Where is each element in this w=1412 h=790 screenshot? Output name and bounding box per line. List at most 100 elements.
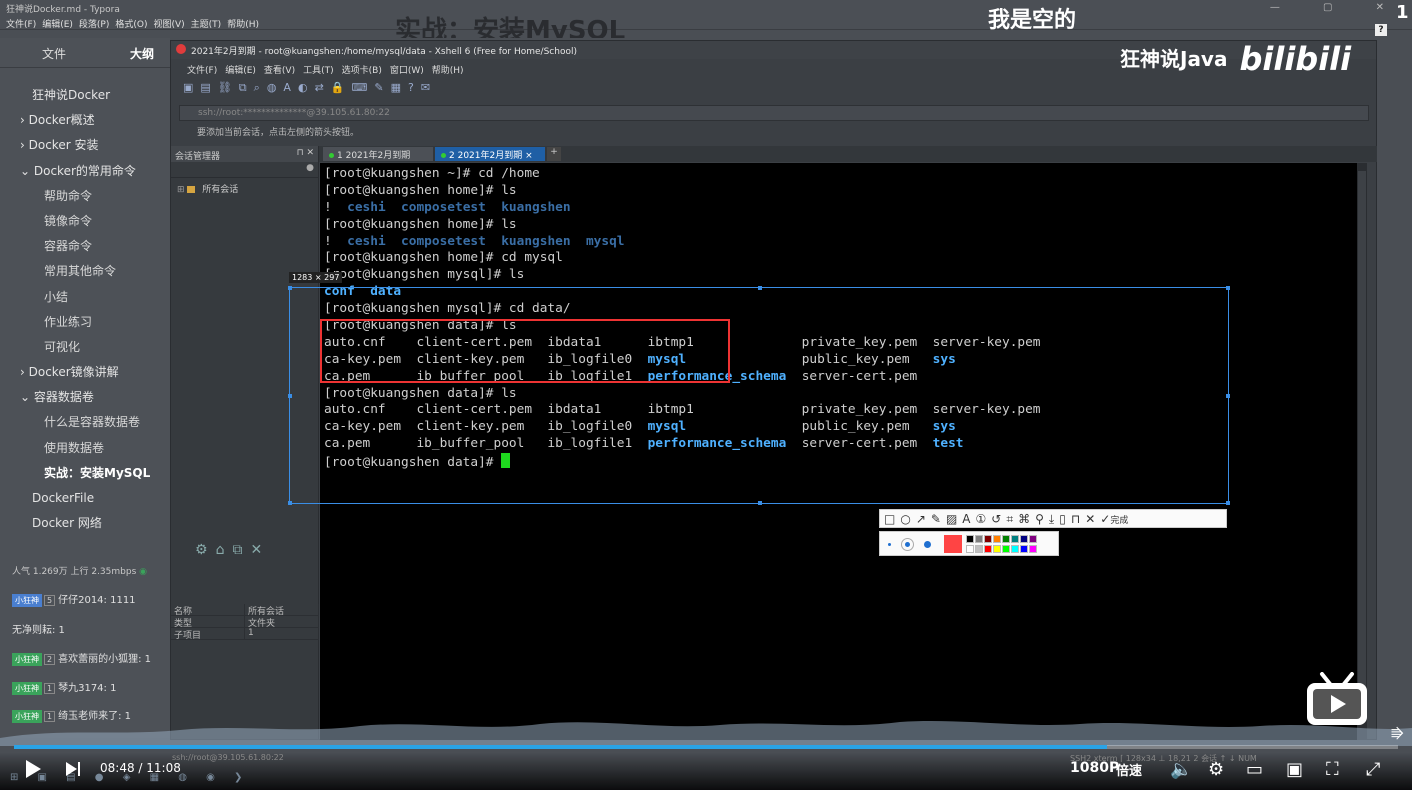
outline-item[interactable]: 可视化 bbox=[0, 335, 170, 360]
close-tab-icon[interactable]: × bbox=[525, 151, 533, 161]
xshell-menu-window[interactable]: 窗口(W) bbox=[390, 66, 424, 76]
script-icon[interactable]: ✎ bbox=[374, 81, 383, 94]
lock-icon[interactable]: ⌂ bbox=[216, 542, 233, 558]
typora-menu-paragraph[interactable]: 段落(P) bbox=[79, 20, 109, 30]
color-swatch[interactable] bbox=[1029, 545, 1037, 553]
session-search[interactable]: ● bbox=[171, 162, 318, 178]
typora-menu-help[interactable]: 帮助(H) bbox=[227, 20, 259, 30]
resize-handle[interactable] bbox=[758, 501, 762, 505]
resize-handle[interactable] bbox=[758, 286, 762, 290]
color-swatch[interactable] bbox=[975, 545, 983, 553]
volume-icon[interactable]: 🔈 bbox=[1170, 759, 1192, 780]
outline-item[interactable]: 容器命令 bbox=[0, 234, 170, 259]
window-controls[interactable]: — ▢ ✕ bbox=[1270, 2, 1404, 13]
typora-menu-edit[interactable]: 编辑(E) bbox=[42, 20, 73, 30]
terminal-scrollbar[interactable] bbox=[1357, 163, 1367, 740]
terminal-tab-1[interactable]: 1 2021年2月到期 bbox=[323, 147, 433, 161]
copy-icon[interactable]: ⧉ bbox=[232, 542, 250, 558]
outline-item[interactable]: 狂神说Docker bbox=[0, 83, 170, 108]
outline-item[interactable]: 使用数据卷 bbox=[0, 436, 170, 461]
text-tool-icon[interactable]: A bbox=[962, 512, 970, 526]
outline-item[interactable]: 小结 bbox=[0, 285, 170, 310]
resize-handle[interactable] bbox=[1226, 501, 1230, 505]
arrow-tool-icon[interactable]: ↗ bbox=[916, 512, 926, 526]
add-tab-button[interactable]: + bbox=[547, 147, 561, 161]
color-swatch[interactable] bbox=[1020, 545, 1028, 553]
color-swatch[interactable] bbox=[966, 535, 974, 543]
tab-files[interactable]: 文件 bbox=[42, 45, 66, 62]
outline-item[interactable]: 常用其他命令 bbox=[0, 259, 170, 284]
settings-icon[interactable]: ⚙ bbox=[195, 542, 216, 558]
xshell-menu-view[interactable]: 查看(V) bbox=[264, 66, 295, 76]
search-icon[interactable]: ⌕ bbox=[254, 81, 260, 95]
color-swatch[interactable] bbox=[984, 545, 992, 553]
outline-item[interactable]: 实战：安装MySQL bbox=[0, 461, 170, 486]
help-icon[interactable]: ? bbox=[1375, 24, 1387, 36]
outline-item[interactable]: Docker 网络 bbox=[0, 511, 170, 536]
typora-menu-format[interactable]: 格式(O) bbox=[115, 20, 147, 30]
resize-handle[interactable] bbox=[288, 394, 292, 398]
download-icon[interactable]: ⤓ bbox=[1049, 512, 1054, 526]
font-icon[interactable]: A bbox=[283, 81, 291, 94]
progress-thumb-icon[interactable]: ⭆ bbox=[1391, 727, 1404, 743]
xshell-menu-tools[interactable]: 工具(T) bbox=[303, 66, 334, 76]
color-swatch[interactable] bbox=[1011, 545, 1019, 553]
web-fullscreen-icon[interactable]: ⛶ bbox=[1326, 759, 1339, 780]
lock-icon[interactable]: 🔒 bbox=[331, 81, 345, 94]
scan-icon[interactable]: ⌘ bbox=[1018, 512, 1030, 526]
color-swatch[interactable] bbox=[1002, 545, 1010, 553]
outline-item[interactable]: 镜像命令 bbox=[0, 209, 170, 234]
typora-menu-theme[interactable]: 主题(T) bbox=[191, 20, 222, 30]
help-icon[interactable]: ? bbox=[408, 81, 414, 94]
link-icon[interactable]: ⛓ bbox=[218, 81, 232, 94]
keyboard-icon[interactable]: ⌨ bbox=[351, 81, 367, 94]
next-button[interactable] bbox=[66, 762, 77, 776]
color-icon[interactable]: ◐ bbox=[298, 81, 308, 94]
close-icon[interactable]: ✕ bbox=[250, 542, 270, 558]
outline-item[interactable]: › Docker概述 bbox=[0, 108, 170, 133]
outline-item[interactable]: 什么是容器数据卷 bbox=[0, 410, 170, 435]
color-swatch[interactable] bbox=[1020, 535, 1028, 543]
rectangle-tool-icon[interactable]: □ bbox=[884, 512, 895, 526]
session-tree-all[interactable]: 所有会话 bbox=[202, 185, 238, 195]
resize-handle[interactable] bbox=[288, 286, 292, 290]
number-tool-icon[interactable]: ① bbox=[976, 512, 987, 526]
color-swatch[interactable] bbox=[993, 535, 1001, 543]
copy-icon[interactable]: ⧉ bbox=[239, 81, 247, 95]
tree-toggle-icon[interactable]: ⊞ bbox=[177, 185, 185, 195]
outline-item[interactable]: ⌄ Docker的常用命令 bbox=[0, 159, 170, 184]
speed-button[interactable]: 倍速 bbox=[1116, 760, 1142, 779]
color-swatch[interactable] bbox=[975, 535, 983, 543]
play-button[interactable] bbox=[26, 760, 41, 778]
xshell-menu-tabs[interactable]: 选项卡(B) bbox=[342, 66, 382, 76]
current-color-swatch[interactable] bbox=[944, 535, 962, 553]
globe-icon[interactable]: ◍ bbox=[267, 81, 277, 94]
layout-icon[interactable]: ▦ bbox=[391, 81, 401, 94]
resize-handle[interactable] bbox=[288, 501, 292, 505]
picture-in-picture-icon[interactable]: ▭ bbox=[1246, 759, 1263, 780]
xshell-menu-help[interactable]: 帮助(H) bbox=[432, 66, 464, 76]
outline-item[interactable]: › Docker镜像讲解 bbox=[0, 360, 170, 385]
open-folder-icon[interactable]: ▤ bbox=[200, 81, 210, 94]
typora-menu-file[interactable]: 文件(F) bbox=[6, 20, 36, 30]
mosaic-tool-icon[interactable]: ▨ bbox=[946, 512, 957, 526]
save-icon[interactable]: ▯ bbox=[1059, 512, 1066, 526]
done-button[interactable]: ✓完成 bbox=[1100, 512, 1133, 526]
cancel-icon[interactable]: ✕ bbox=[1085, 512, 1095, 526]
color-swatch[interactable] bbox=[993, 545, 1001, 553]
outline-item[interactable]: DockerFile bbox=[0, 486, 170, 511]
bookmark-icon[interactable]: ⊓ bbox=[1071, 512, 1080, 526]
new-session-icon[interactable]: ▣ bbox=[183, 81, 193, 94]
ocr-icon[interactable]: ⌗ bbox=[1006, 512, 1013, 526]
settings-gear-icon[interactable]: ⚙ bbox=[1208, 759, 1224, 780]
typora-menu-view[interactable]: 视图(V) bbox=[153, 20, 184, 30]
outline-item[interactable]: › Docker 安装 bbox=[0, 133, 170, 158]
fullscreen-icon[interactable]: ⤢ bbox=[1366, 759, 1380, 780]
xshell-menu-edit[interactable]: 编辑(E) bbox=[225, 66, 256, 76]
undo-icon[interactable]: ↺ bbox=[991, 512, 1001, 526]
color-swatch[interactable] bbox=[984, 535, 992, 543]
resize-handle[interactable] bbox=[1226, 286, 1230, 290]
resize-handle[interactable] bbox=[1226, 394, 1230, 398]
size-small-option[interactable] bbox=[888, 543, 891, 546]
outline-item[interactable]: ⌄ 容器数据卷 bbox=[0, 385, 170, 410]
